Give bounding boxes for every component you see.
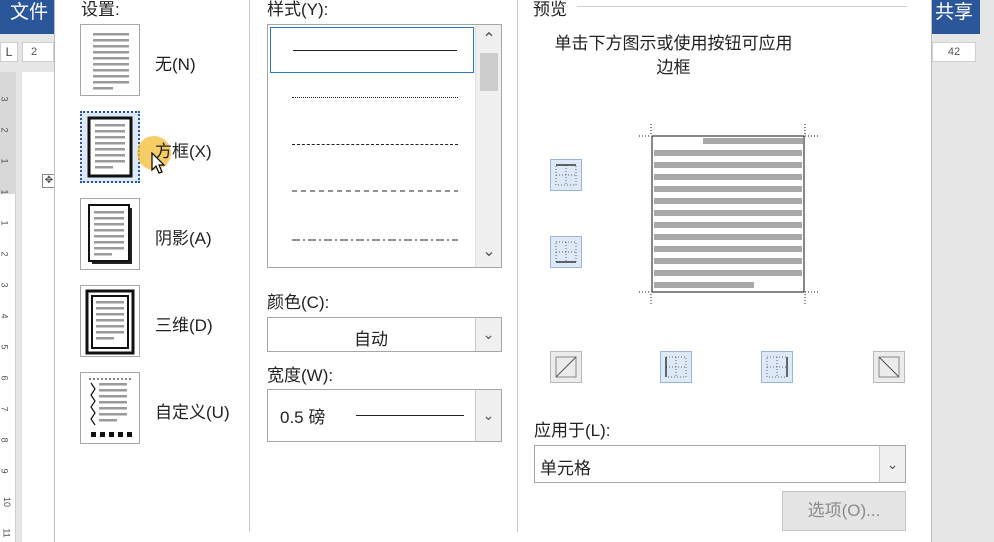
color-label: 颜色(C): bbox=[267, 293, 330, 312]
settings-heading: 设置: bbox=[81, 0, 120, 19]
border-bottom-icon bbox=[555, 241, 577, 263]
vertical-ruler-tick: 1 bbox=[0, 220, 10, 226]
document-page bbox=[22, 72, 54, 542]
style-list-scrollbar[interactable]: ⌃ ⌄ bbox=[475, 25, 501, 267]
line-dash-dot-sample bbox=[292, 239, 458, 241]
border-left-button[interactable] bbox=[660, 351, 692, 383]
share-button[interactable]: 共享 bbox=[932, 0, 980, 34]
vertical-ruler-tick: 1 bbox=[0, 189, 10, 195]
width-select[interactable]: 0.5 磅 ⌄ bbox=[267, 389, 502, 442]
setting-custom-label[interactable]: 自定义(U) bbox=[155, 398, 230, 423]
border-right-button[interactable] bbox=[761, 351, 793, 383]
apply-to-label: 应用于(L): bbox=[534, 421, 611, 440]
vertical-ruler-tick: 10 bbox=[2, 496, 13, 508]
scroll-down-icon[interactable]: ⌄ bbox=[476, 241, 502, 261]
preview-heading-rule bbox=[577, 6, 907, 7]
color-select[interactable]: 自动 ⌄ bbox=[267, 317, 502, 352]
column-separator bbox=[249, 0, 250, 532]
line-dashed-small-sample bbox=[292, 144, 458, 145]
vertical-ruler-tick: 3 bbox=[0, 96, 10, 102]
color-value: 自动 bbox=[354, 330, 388, 349]
line-solid-sample bbox=[293, 50, 457, 51]
vertical-ruler: 3 2 1 1 1 2 3 4 5 6 7 8 9 10 11 bbox=[0, 72, 16, 542]
vertical-ruler-tick: 8 bbox=[0, 437, 10, 443]
style-dashed[interactable] bbox=[270, 168, 474, 214]
style-heading: 样式(Y): bbox=[267, 0, 329, 19]
border-left-icon bbox=[665, 356, 687, 378]
preview-hint-line2: 边框 bbox=[656, 58, 691, 77]
diagonal-up-icon bbox=[555, 356, 577, 378]
style-dashed-small[interactable] bbox=[270, 121, 474, 167]
width-value: 0.5 磅 bbox=[280, 408, 326, 427]
vertical-ruler-tick: 7 bbox=[0, 406, 10, 412]
preview-hint-line1: 单击下方图示或使用按钮可应用 bbox=[554, 34, 793, 53]
file-tab[interactable]: 文件 bbox=[0, 0, 54, 34]
horizontal-ruler-left: 2 bbox=[22, 42, 54, 62]
border-right-icon bbox=[766, 356, 788, 378]
apply-to-value: 单元格 bbox=[540, 459, 591, 478]
vertical-ruler-tick: 2 bbox=[0, 127, 10, 133]
style-list[interactable]: ⌃ ⌄ bbox=[267, 24, 502, 268]
style-dash-dot[interactable] bbox=[270, 215, 474, 261]
border-none-icon[interactable] bbox=[80, 24, 140, 96]
setting-none-label[interactable]: 无(N) bbox=[155, 50, 196, 75]
tab-selector[interactable]: L bbox=[0, 42, 18, 62]
word-right-background bbox=[932, 0, 994, 542]
vertical-ruler-tick: 6 bbox=[0, 375, 10, 381]
preview-heading: 预览 bbox=[533, 0, 567, 19]
width-line-sample bbox=[356, 415, 464, 416]
border-bottom-button[interactable] bbox=[550, 236, 582, 268]
vertical-ruler-margin bbox=[0, 72, 16, 194]
preview-hint: 单击下方图示或使用按钮可应用 边框 bbox=[531, 32, 816, 80]
borders-dialog: 设置: 无(N) 方框(X) 阴影(A) 三维(D) 自定义(U) 样式(Y):… bbox=[54, 0, 932, 542]
column-separator bbox=[517, 0, 518, 532]
chevron-down-icon[interactable]: ⌄ bbox=[475, 390, 501, 441]
border-box-icon[interactable] bbox=[80, 111, 140, 183]
scroll-up-icon[interactable]: ⌃ bbox=[476, 29, 502, 49]
setting-box-label[interactable]: 方框(X) bbox=[155, 137, 212, 162]
scrollbar-thumb[interactable] bbox=[480, 53, 498, 91]
line-dashed-sample bbox=[292, 190, 458, 192]
vertical-ruler-tick: 1 bbox=[0, 158, 10, 164]
border-top-button[interactable] bbox=[550, 159, 582, 191]
style-dotted[interactable] bbox=[270, 74, 474, 120]
border-top-icon bbox=[555, 164, 577, 186]
border-shadow-icon[interactable] bbox=[80, 198, 140, 270]
diagonal-up-button[interactable] bbox=[550, 351, 582, 383]
diagonal-down-icon bbox=[878, 356, 900, 378]
vertical-ruler-tick: 9 bbox=[0, 468, 10, 474]
style-solid[interactable] bbox=[270, 27, 474, 73]
setting-shadow-label[interactable]: 阴影(A) bbox=[155, 224, 212, 249]
vertical-ruler-tick: 2 bbox=[0, 251, 10, 257]
border-custom-icon[interactable] bbox=[80, 372, 140, 444]
border-preview-diagram[interactable] bbox=[635, 122, 825, 306]
chevron-down-icon[interactable]: ⌄ bbox=[879, 446, 905, 482]
vertical-ruler-tick: 3 bbox=[0, 282, 10, 288]
width-label: 宽度(W): bbox=[267, 366, 334, 385]
setting-3d-label[interactable]: 三维(D) bbox=[155, 311, 213, 336]
apply-to-select[interactable]: 单元格 ⌄ bbox=[534, 445, 906, 483]
chevron-down-icon[interactable]: ⌄ bbox=[475, 318, 501, 351]
options-button[interactable]: 选项(O)... bbox=[782, 491, 906, 531]
vertical-ruler-tick: 11 bbox=[1, 528, 12, 538]
border-3d-icon[interactable] bbox=[80, 285, 140, 357]
vertical-ruler-tick: 5 bbox=[0, 344, 10, 350]
line-dotted-sample bbox=[292, 97, 458, 98]
diagonal-down-button[interactable] bbox=[873, 351, 905, 383]
horizontal-ruler-right: 42 bbox=[932, 42, 976, 62]
vertical-ruler-tick: 4 bbox=[0, 313, 10, 319]
